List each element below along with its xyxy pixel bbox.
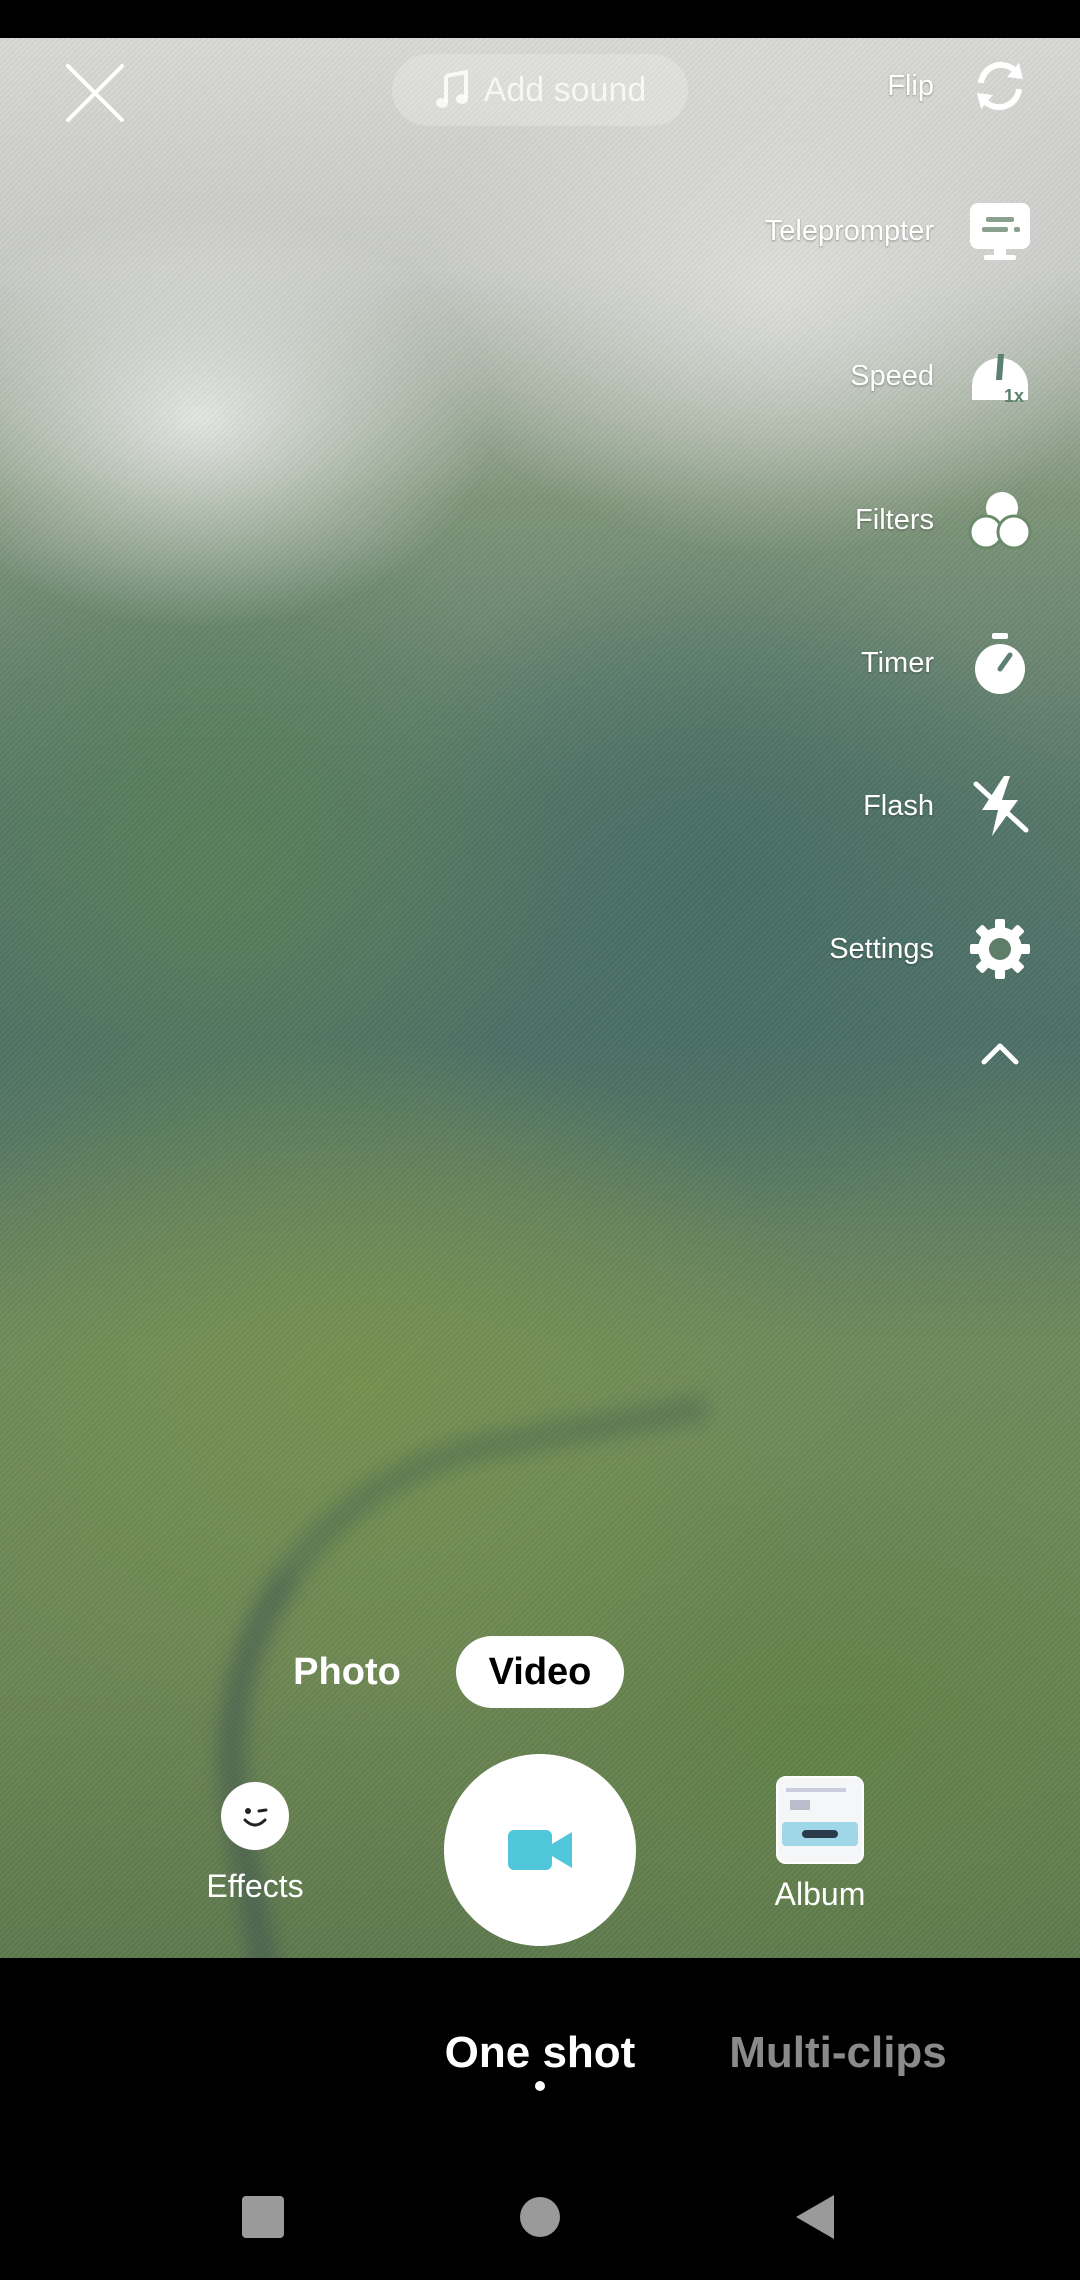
- record-button[interactable]: [444, 1754, 636, 1946]
- effects-button[interactable]: Effects: [190, 1782, 320, 1905]
- timer-button[interactable]: Timer: [540, 623, 1080, 703]
- speed-badge: 1x: [1004, 386, 1024, 406]
- speed-button[interactable]: Speed 1x: [540, 336, 1080, 416]
- flip-button[interactable]: Flip: [540, 46, 1080, 126]
- flip-icon: [977, 61, 1023, 111]
- collapse-rail-button[interactable]: [972, 1030, 1028, 1078]
- timer-icon: [975, 633, 1025, 694]
- square-icon: [242, 2196, 284, 2238]
- close-icon: [66, 64, 124, 122]
- album-button[interactable]: Album: [760, 1776, 880, 1913]
- mode-switch: Photo Video: [0, 1636, 1080, 1708]
- teleprompter-button[interactable]: Teleprompter: [540, 191, 1080, 271]
- flash-button[interactable]: Flash: [540, 766, 1080, 846]
- teleprompter-icon: [970, 203, 1030, 260]
- speed-icon: 1x: [972, 354, 1028, 406]
- speed-label: Speed: [850, 359, 934, 392]
- music-note-icon: [435, 70, 468, 108]
- gear-icon: [970, 919, 1030, 979]
- chevron-up-icon: [981, 1043, 1019, 1065]
- circle-icon: [520, 2197, 560, 2237]
- tab-multi-clips[interactable]: Multi-clips: [708, 2028, 968, 2078]
- tab-one-shot[interactable]: One shot: [430, 2028, 650, 2078]
- flash-label: Flash: [863, 789, 934, 822]
- wink-face-icon: [221, 1782, 289, 1850]
- home-button[interactable]: [513, 2190, 567, 2244]
- video-camera-icon: [508, 1830, 572, 1870]
- back-button[interactable]: [790, 2190, 844, 2244]
- settings-button[interactable]: Settings: [540, 909, 1080, 989]
- album-thumbnail: [776, 1776, 864, 1864]
- close-button[interactable]: [60, 58, 130, 128]
- timer-label: Timer: [860, 646, 934, 679]
- filters-label: Filters: [855, 503, 934, 536]
- flip-label: Flip: [887, 69, 934, 102]
- flash-off-icon: [973, 776, 1029, 836]
- teleprompter-label: Teleprompter: [764, 214, 934, 247]
- recents-button[interactable]: [236, 2190, 290, 2244]
- effects-label: Effects: [206, 1868, 304, 1904]
- selected-tab-indicator: [535, 2081, 545, 2091]
- filters-icon: [968, 492, 1032, 550]
- triangle-back-icon: [796, 2195, 834, 2239]
- mode-video[interactable]: Video: [456, 1636, 624, 1708]
- status-bar: [0, 0, 1080, 38]
- filters-button[interactable]: Filters: [540, 480, 1080, 560]
- mode-photo[interactable]: Photo: [272, 1636, 422, 1708]
- album-label: Album: [774, 1876, 866, 1912]
- settings-label: Settings: [829, 932, 934, 965]
